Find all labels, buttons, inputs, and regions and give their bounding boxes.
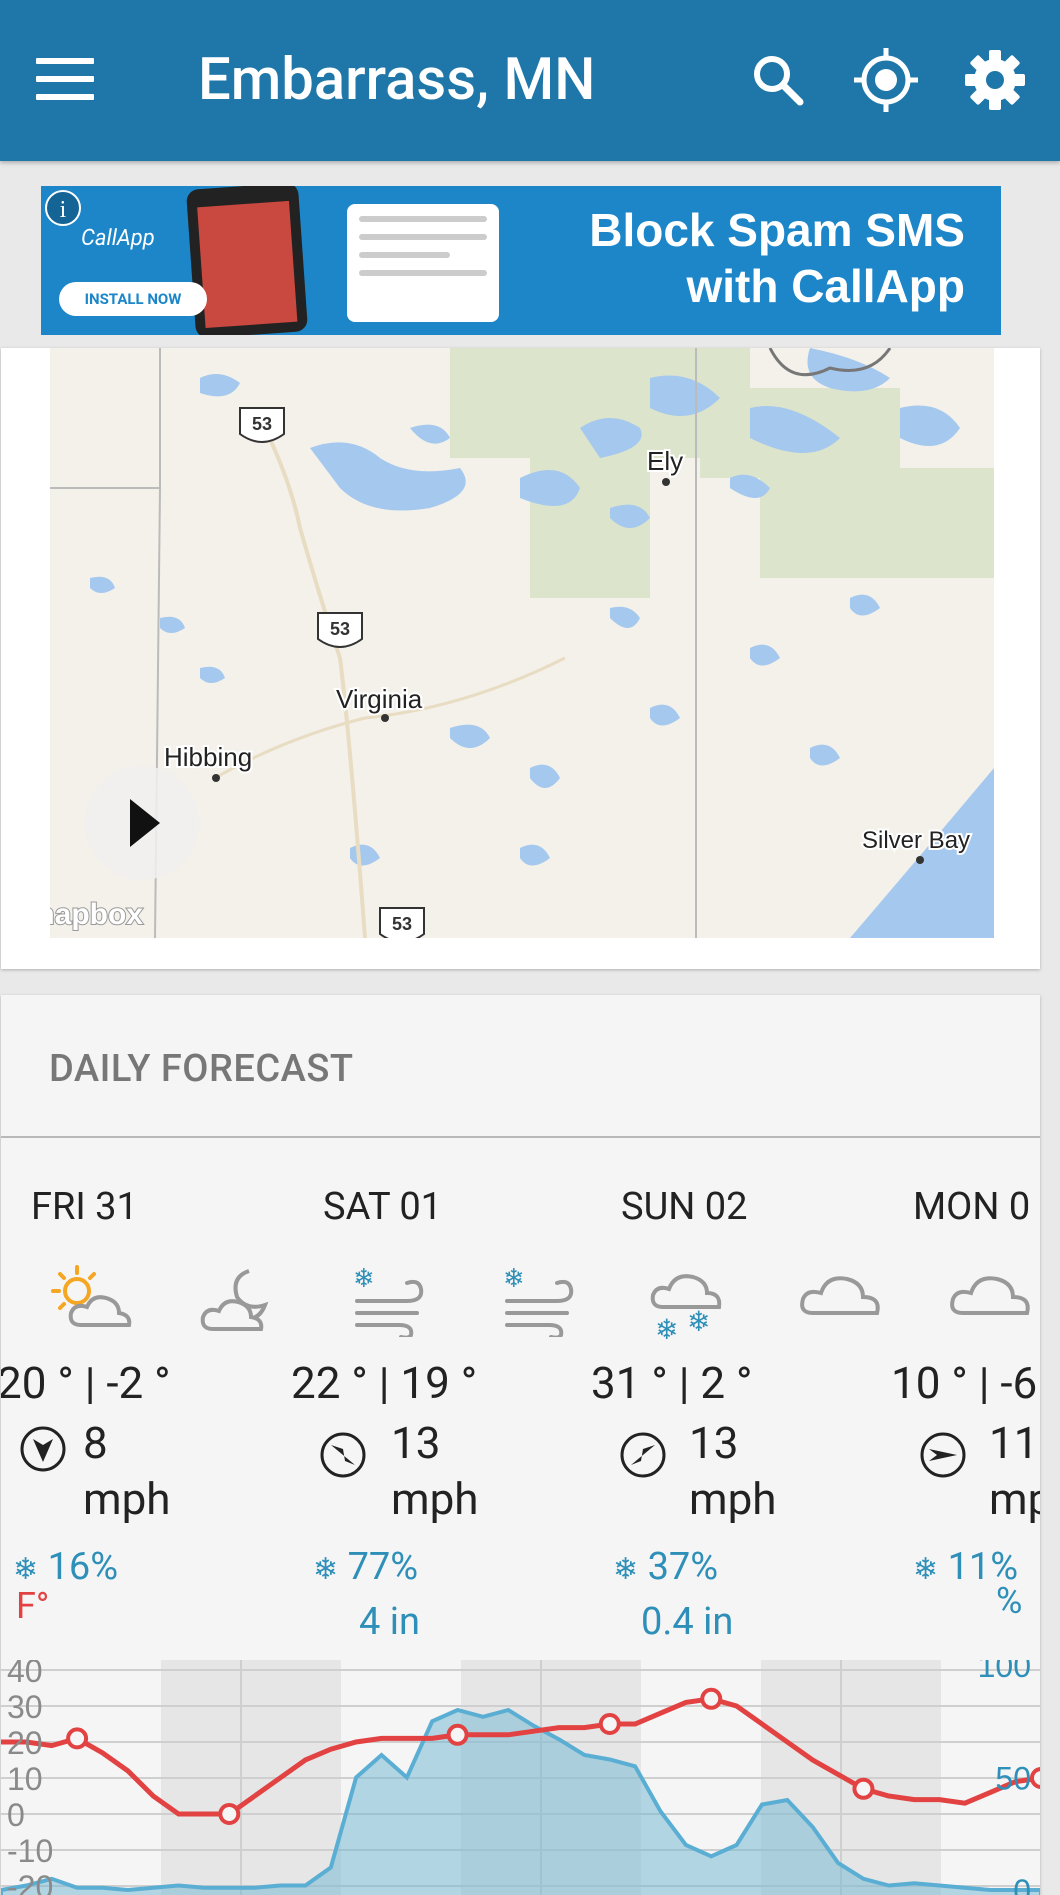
wind-direction-icon xyxy=(920,1432,966,1478)
map-label-virginia: Virginia xyxy=(336,684,423,714)
gear-icon[interactable] xyxy=(959,44,1031,116)
temp-high-low: 20 ° | -2 ° xyxy=(1,1357,171,1409)
mapbox-attribution[interactable]: mapbox xyxy=(50,897,144,932)
day-name: MON 0 xyxy=(913,1185,1031,1229)
precip-percent: 37% xyxy=(647,1545,719,1589)
day-name: SUN 02 xyxy=(621,1185,748,1229)
wind-direction-icon xyxy=(320,1432,366,1478)
y-tick-precip: 0 xyxy=(1013,1873,1031,1895)
ad-headline-line1: Block Spam SMS xyxy=(589,204,965,256)
temperature-unit-label: F° xyxy=(16,1585,50,1627)
hamburger-menu-icon[interactable] xyxy=(36,58,94,100)
temp-marker xyxy=(852,1777,875,1800)
precip-percent: 16% xyxy=(47,1545,119,1589)
svg-text:❄: ❄ xyxy=(687,1305,710,1338)
wind-unit: mp xyxy=(989,1473,1040,1525)
wind-direction-icon xyxy=(20,1426,66,1472)
ad-phone-image xyxy=(185,186,309,335)
temp-high-low: 31 ° | 2 ° xyxy=(591,1357,753,1409)
snow-wind-icon: ❄ xyxy=(353,1265,424,1337)
moon-cloud-icon xyxy=(200,1269,269,1331)
y-tick-temp: 20 xyxy=(7,1725,43,1761)
temp-high-low: 22 ° | 19 ° xyxy=(291,1357,478,1409)
map-highway-53-bottom: 53 xyxy=(392,914,412,934)
y-tick-precip: 100 xyxy=(978,1660,1031,1684)
snow-accumulation: 4 in xyxy=(359,1600,421,1644)
y-tick-temp: 0 xyxy=(7,1797,25,1833)
snow-icon: ❄ xyxy=(913,1552,939,1587)
temp-marker xyxy=(446,1723,469,1746)
svg-text:❄: ❄ xyxy=(503,1265,525,1294)
divider xyxy=(1,1136,1040,1138)
sun-cloud-icon xyxy=(51,1265,132,1327)
y-tick-temp: -10 xyxy=(7,1833,53,1869)
ad-popup-image xyxy=(347,204,499,322)
snow-icon: ❄ xyxy=(313,1552,339,1587)
precip-chance: ❄ 37% xyxy=(613,1545,718,1589)
temp-marker xyxy=(700,1687,723,1710)
ad-brand: CallApp xyxy=(81,226,155,251)
y-tick-precip: 50 xyxy=(995,1761,1031,1797)
wind-unit: mph xyxy=(83,1473,171,1525)
wind-speed: 11 xyxy=(989,1417,1039,1469)
wind-unit: mph xyxy=(689,1473,777,1525)
daily-forecast-title: DAILY FORECAST xyxy=(49,1047,354,1091)
wind-speed: 8 xyxy=(83,1417,108,1469)
snow-accumulation: 0.4 in xyxy=(641,1600,734,1644)
temp-marker xyxy=(66,1727,89,1750)
map-label-ely: Ely xyxy=(647,446,683,476)
y-tick-temp: 30 xyxy=(7,1689,43,1725)
search-icon[interactable] xyxy=(742,44,814,116)
cloud-icon xyxy=(950,1276,1030,1315)
location-title[interactable]: Embarrass, MN xyxy=(198,40,595,120)
snow-icon: ❄ xyxy=(613,1552,639,1587)
wind-unit: mph xyxy=(391,1473,479,1525)
map-highway-53-top: 53 xyxy=(252,414,272,434)
gps-location-icon[interactable] xyxy=(850,44,922,116)
y-tick-temp: 40 xyxy=(7,1660,43,1689)
precip-chance: ❄ 16% xyxy=(13,1545,118,1589)
play-icon xyxy=(130,799,160,847)
temp-high-low: 10 ° | -6 xyxy=(891,1357,1038,1409)
app-bar: Embarrass, MN xyxy=(0,0,1060,161)
day-name: FRI 31 xyxy=(31,1185,138,1229)
svg-text:❄: ❄ xyxy=(353,1265,375,1294)
map-label-silver-bay: Silver Bay xyxy=(862,827,970,854)
cloud-snow-icon: ❄ ❄ xyxy=(650,1274,722,1343)
wind-speed: 13 xyxy=(391,1417,441,1469)
precip-percent: 77% xyxy=(347,1545,419,1589)
temp-marker xyxy=(598,1713,621,1735)
precip-unit-label: % xyxy=(996,1580,1023,1622)
ad-banner[interactable]: i CallApp INSTALL NOW Block Spam SMS wit… xyxy=(41,186,1001,335)
temp-marker xyxy=(1030,1767,1040,1789)
wind-direction-icon xyxy=(620,1432,666,1478)
forecast-chart[interactable]: 403020100-10-20 100500 xyxy=(1,1660,1040,1895)
precip-chance: ❄ 77% xyxy=(313,1545,418,1589)
ad-headline: Block Spam SMS with CallApp xyxy=(589,202,965,314)
ad-info-icon[interactable]: i xyxy=(45,190,81,226)
ad-headline-line2: with CallApp xyxy=(686,260,965,312)
daily-forecast-card: DAILY FORECAST FRI 31 20 ° | -2 ° 8 mph … xyxy=(1,995,1040,1895)
snow-wind-icon: ❄ xyxy=(503,1265,574,1337)
y-tick-temp: 10 xyxy=(7,1761,43,1797)
day-name: SAT 01 xyxy=(323,1185,443,1229)
wind-speed: 13 xyxy=(689,1417,739,1469)
radar-map-card: 53 53 53 Ely Virginia Hibbing Silver Bay… xyxy=(1,348,1040,969)
ad-install-button[interactable]: INSTALL NOW xyxy=(59,282,207,316)
y-tick-temp: -20 xyxy=(7,1869,53,1895)
snow-icon: ❄ xyxy=(13,1552,39,1587)
cloud-icon xyxy=(800,1276,880,1315)
svg-text:❄: ❄ xyxy=(655,1313,678,1343)
play-radar-button[interactable] xyxy=(85,766,199,880)
temp-marker xyxy=(218,1803,241,1825)
map-highway-53-mid: 53 xyxy=(330,619,350,639)
